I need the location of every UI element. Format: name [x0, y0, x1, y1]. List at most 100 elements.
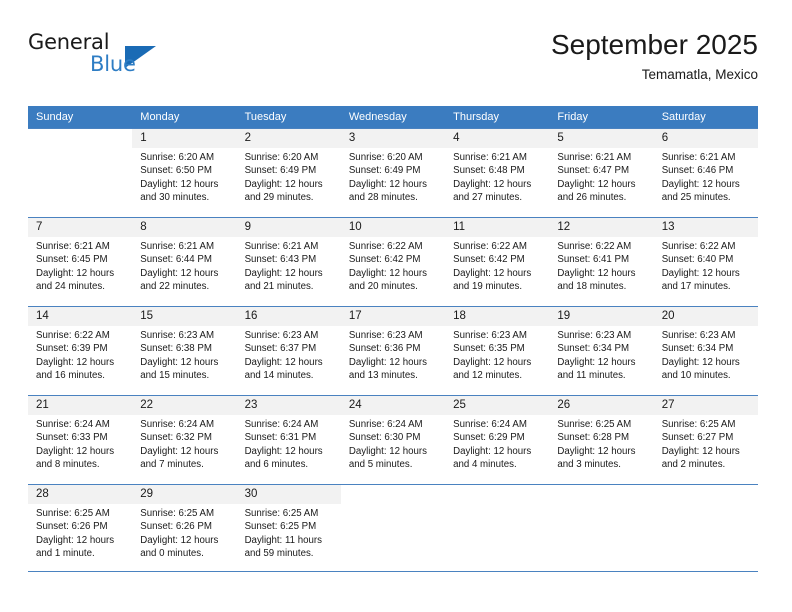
- calendar-day-cell[interactable]: 20 Sunrise: 6:23 AM Sunset: 6:34 PM Dayligh…: [653, 306, 758, 396]
- day-number: 24: [340, 396, 446, 415]
- day-number: [445, 485, 550, 504]
- calendar-day-cell[interactable]: 1 Sunrise: 6:20 AM Sunset: 6:50 PM Daylight…: [132, 128, 237, 218]
- calendar-day-cell[interactable]: 19 Sunrise: 6:23 AM Sunset: 6:34 PM Dayligh…: [549, 306, 654, 396]
- daylight-text-line2: and 25 minutes.: [661, 191, 731, 203]
- calendar-day-cell[interactable]: 7 Sunrise: 6:21 AM Sunset: 6:45 PM Daylight…: [28, 217, 133, 307]
- daylight-text-line2: and 16 minutes.: [36, 369, 105, 381]
- calendar-day-cell[interactable]: 14 Sunrise: 6:22 AM Sunset: 6:39 PM Dayligh…: [28, 306, 133, 396]
- calendar-day-cell[interactable]: 3 Sunrise: 6:20 AM Sunset: 6:49 PM Daylight…: [340, 128, 446, 218]
- sunrise-text: Sunrise: 6:20 AM: [348, 152, 423, 163]
- day-sun-info: Sunrise: 6:20 AM Sunset: 6:49 PM Daylight:…: [341, 148, 445, 204]
- day-cell-inner: 15 Sunrise: 6:23 AM Sunset: 6:38 PM Dayligh…: [132, 307, 237, 395]
- calendar-day-cell-empty: [340, 484, 446, 572]
- day-cell-inner: 30 Sunrise: 6:25 AM Sunset: 6:25 PM Dayligh…: [236, 485, 341, 571]
- daylight-text-line1: Daylight: 12 hours: [661, 445, 740, 457]
- day-cell-inner: [340, 485, 446, 571]
- sunset-text: Sunset: 6:26 PM: [36, 521, 108, 533]
- calendar-day-cell[interactable]: 30 Sunrise: 6:25 AM Sunset: 6:25 PM Dayligh…: [236, 484, 341, 572]
- calendar-day-cell[interactable]: 21 Sunrise: 6:24 AM Sunset: 6:33 PM Dayligh…: [28, 395, 133, 485]
- daylight-text-line2: and 14 minutes.: [244, 369, 314, 381]
- daylight-text-line1: Daylight: 12 hours: [36, 267, 115, 279]
- day-sun-info: Sunrise: 6:23 AM Sunset: 6:35 PM Daylight:…: [445, 326, 549, 382]
- daylight-text-line2: and 3 minutes.: [557, 458, 621, 470]
- day-sun-info: Sunrise: 6:25 AM Sunset: 6:26 PM Daylight:…: [132, 504, 236, 560]
- day-sun-info: Sunrise: 6:21 AM Sunset: 6:43 PM Daylight:…: [237, 237, 341, 293]
- sunset-text: Sunset: 6:25 PM: [244, 521, 317, 533]
- daylight-text-line1: Daylight: 12 hours: [140, 356, 219, 368]
- day-sun-info: Sunrise: 6:25 AM Sunset: 6:26 PM Daylight:…: [28, 504, 132, 560]
- daylight-text-line2: and 59 minutes.: [244, 547, 314, 559]
- sunrise-text: Sunrise: 6:22 AM: [36, 330, 110, 341]
- calendar-day-cell[interactable]: 16 Sunrise: 6:23 AM Sunset: 6:37 PM Dayligh…: [236, 306, 341, 396]
- calendar-week-row: 21 Sunrise: 6:24 AM Sunset: 6:33 PM Dayligh…: [28, 395, 758, 485]
- day-number: [653, 485, 758, 504]
- calendar-day-cell[interactable]: 23 Sunrise: 6:24 AM Sunset: 6:31 PM Dayligh…: [236, 395, 341, 485]
- calendar-day-cell[interactable]: 10 Sunrise: 6:22 AM Sunset: 6:42 PM Dayligh…: [340, 217, 446, 307]
- sunset-text: Sunset: 6:26 PM: [140, 521, 212, 533]
- sunset-text: Sunset: 6:42 PM: [453, 254, 525, 266]
- general-blue-logo[interactable]: General Blue: [28, 30, 168, 88]
- calendar-day-cell[interactable]: 4 Sunrise: 6:21 AM Sunset: 6:48 PM Daylight…: [445, 128, 550, 218]
- day-number: 11: [445, 218, 550, 237]
- day-number: 21: [28, 396, 133, 415]
- sunrise-text: Sunrise: 6:21 AM: [140, 241, 215, 252]
- sunrise-text: Sunrise: 6:24 AM: [348, 419, 423, 430]
- calendar-day-cell[interactable]: 17 Sunrise: 6:23 AM Sunset: 6:36 PM Dayligh…: [340, 306, 446, 396]
- sunrise-text: Sunrise: 6:23 AM: [557, 330, 632, 341]
- calendar-day-cell[interactable]: 27 Sunrise: 6:25 AM Sunset: 6:27 PM Dayligh…: [653, 395, 758, 485]
- calendar-day-cell[interactable]: 2 Sunrise: 6:20 AM Sunset: 6:49 PM Daylight…: [236, 128, 341, 218]
- daylight-text-line1: Daylight: 12 hours: [557, 267, 636, 279]
- calendar-day-cell[interactable]: 6 Sunrise: 6:21 AM Sunset: 6:46 PM Daylight…: [653, 128, 758, 218]
- calendar-day-cell[interactable]: 9 Sunrise: 6:21 AM Sunset: 6:43 PM Daylight…: [236, 217, 341, 307]
- daylight-text-line2: and 26 minutes.: [557, 191, 627, 203]
- calendar-day-cell[interactable]: 26 Sunrise: 6:25 AM Sunset: 6:28 PM Dayligh…: [549, 395, 654, 485]
- day-sun-info: Sunrise: 6:23 AM Sunset: 6:36 PM Daylight:…: [341, 326, 445, 382]
- day-number: 13: [653, 218, 758, 237]
- day-sun-info: [341, 504, 445, 507]
- daylight-text-line1: Daylight: 12 hours: [140, 534, 219, 546]
- calendar-day-cell[interactable]: 18 Sunrise: 6:23 AM Sunset: 6:35 PM Dayligh…: [445, 306, 550, 396]
- sunset-text: Sunset: 6:47 PM: [557, 165, 630, 177]
- daylight-text-line1: Daylight: 12 hours: [140, 445, 219, 457]
- day-cell-inner: 28 Sunrise: 6:25 AM Sunset: 6:26 PM Dayligh…: [28, 485, 133, 571]
- calendar-day-cell[interactable]: 25 Sunrise: 6:24 AM Sunset: 6:29 PM Dayligh…: [445, 395, 550, 485]
- day-sun-info: Sunrise: 6:24 AM Sunset: 6:31 PM Daylight:…: [237, 415, 341, 471]
- daylight-text-line2: and 28 minutes.: [348, 191, 418, 203]
- calendar-day-cell[interactable]: 29 Sunrise: 6:25 AM Sunset: 6:26 PM Dayligh…: [132, 484, 237, 572]
- day-number: 16: [236, 307, 341, 326]
- calendar-page: General Blue September 2025 Temamatla, M…: [0, 0, 792, 612]
- sunset-text: Sunset: 6:31 PM: [244, 432, 317, 444]
- sunset-text: Sunset: 6:36 PM: [348, 343, 421, 355]
- daylight-text-line1: Daylight: 12 hours: [453, 445, 532, 457]
- daylight-text-line1: Daylight: 11 hours: [244, 534, 322, 546]
- calendar-day-cell[interactable]: 24 Sunrise: 6:24 AM Sunset: 6:30 PM Dayligh…: [340, 395, 446, 485]
- sunrise-text: Sunrise: 6:20 AM: [140, 152, 215, 163]
- calendar-day-cell[interactable]: 22 Sunrise: 6:24 AM Sunset: 6:32 PM Dayligh…: [132, 395, 237, 485]
- calendar-day-cell[interactable]: 8 Sunrise: 6:21 AM Sunset: 6:44 PM Daylight…: [132, 217, 237, 307]
- day-cell-inner: [653, 485, 758, 571]
- calendar-day-cell[interactable]: 5 Sunrise: 6:21 AM Sunset: 6:47 PM Daylight…: [549, 128, 654, 218]
- calendar-day-cell[interactable]: 11 Sunrise: 6:22 AM Sunset: 6:42 PM Dayligh…: [445, 217, 550, 307]
- day-sun-info: Sunrise: 6:24 AM Sunset: 6:30 PM Daylight:…: [341, 415, 445, 471]
- daylight-text-line2: and 20 minutes.: [348, 280, 418, 292]
- logo-text-blue: Blue: [90, 52, 136, 76]
- day-cell-inner: 11 Sunrise: 6:22 AM Sunset: 6:42 PM Dayligh…: [445, 218, 550, 306]
- page-title: September 2025: [550, 29, 758, 60]
- calendar-day-cell[interactable]: 13 Sunrise: 6:22 AM Sunset: 6:40 PM Dayligh…: [653, 217, 758, 307]
- day-number: 29: [132, 485, 237, 504]
- calendar-day-cell[interactable]: 15 Sunrise: 6:23 AM Sunset: 6:38 PM Dayligh…: [132, 306, 237, 396]
- calendar-body: 1 Sunrise: 6:20 AM Sunset: 6:50 PM Daylight…: [28, 128, 758, 572]
- day-number: 8: [132, 218, 237, 237]
- calendar-day-cell[interactable]: 12 Sunrise: 6:22 AM Sunset: 6:41 PM Dayligh…: [549, 217, 654, 307]
- day-number: 6: [653, 129, 758, 148]
- day-sun-info: Sunrise: 6:24 AM Sunset: 6:29 PM Daylight:…: [445, 415, 549, 471]
- calendar-week-row: 28 Sunrise: 6:25 AM Sunset: 6:26 PM Dayligh…: [28, 484, 758, 572]
- day-sun-info: Sunrise: 6:25 AM Sunset: 6:27 PM Daylight:…: [654, 415, 758, 471]
- sunset-text: Sunset: 6:45 PM: [36, 254, 108, 266]
- sunrise-text: Sunrise: 6:21 AM: [661, 152, 736, 163]
- day-number: 30: [236, 485, 341, 504]
- calendar-day-cell[interactable]: 28 Sunrise: 6:25 AM Sunset: 6:26 PM Dayligh…: [28, 484, 133, 572]
- daylight-text-line1: Daylight: 12 hours: [453, 267, 532, 279]
- sunset-text: Sunset: 6:32 PM: [140, 432, 212, 444]
- sunset-text: Sunset: 6:38 PM: [140, 343, 212, 355]
